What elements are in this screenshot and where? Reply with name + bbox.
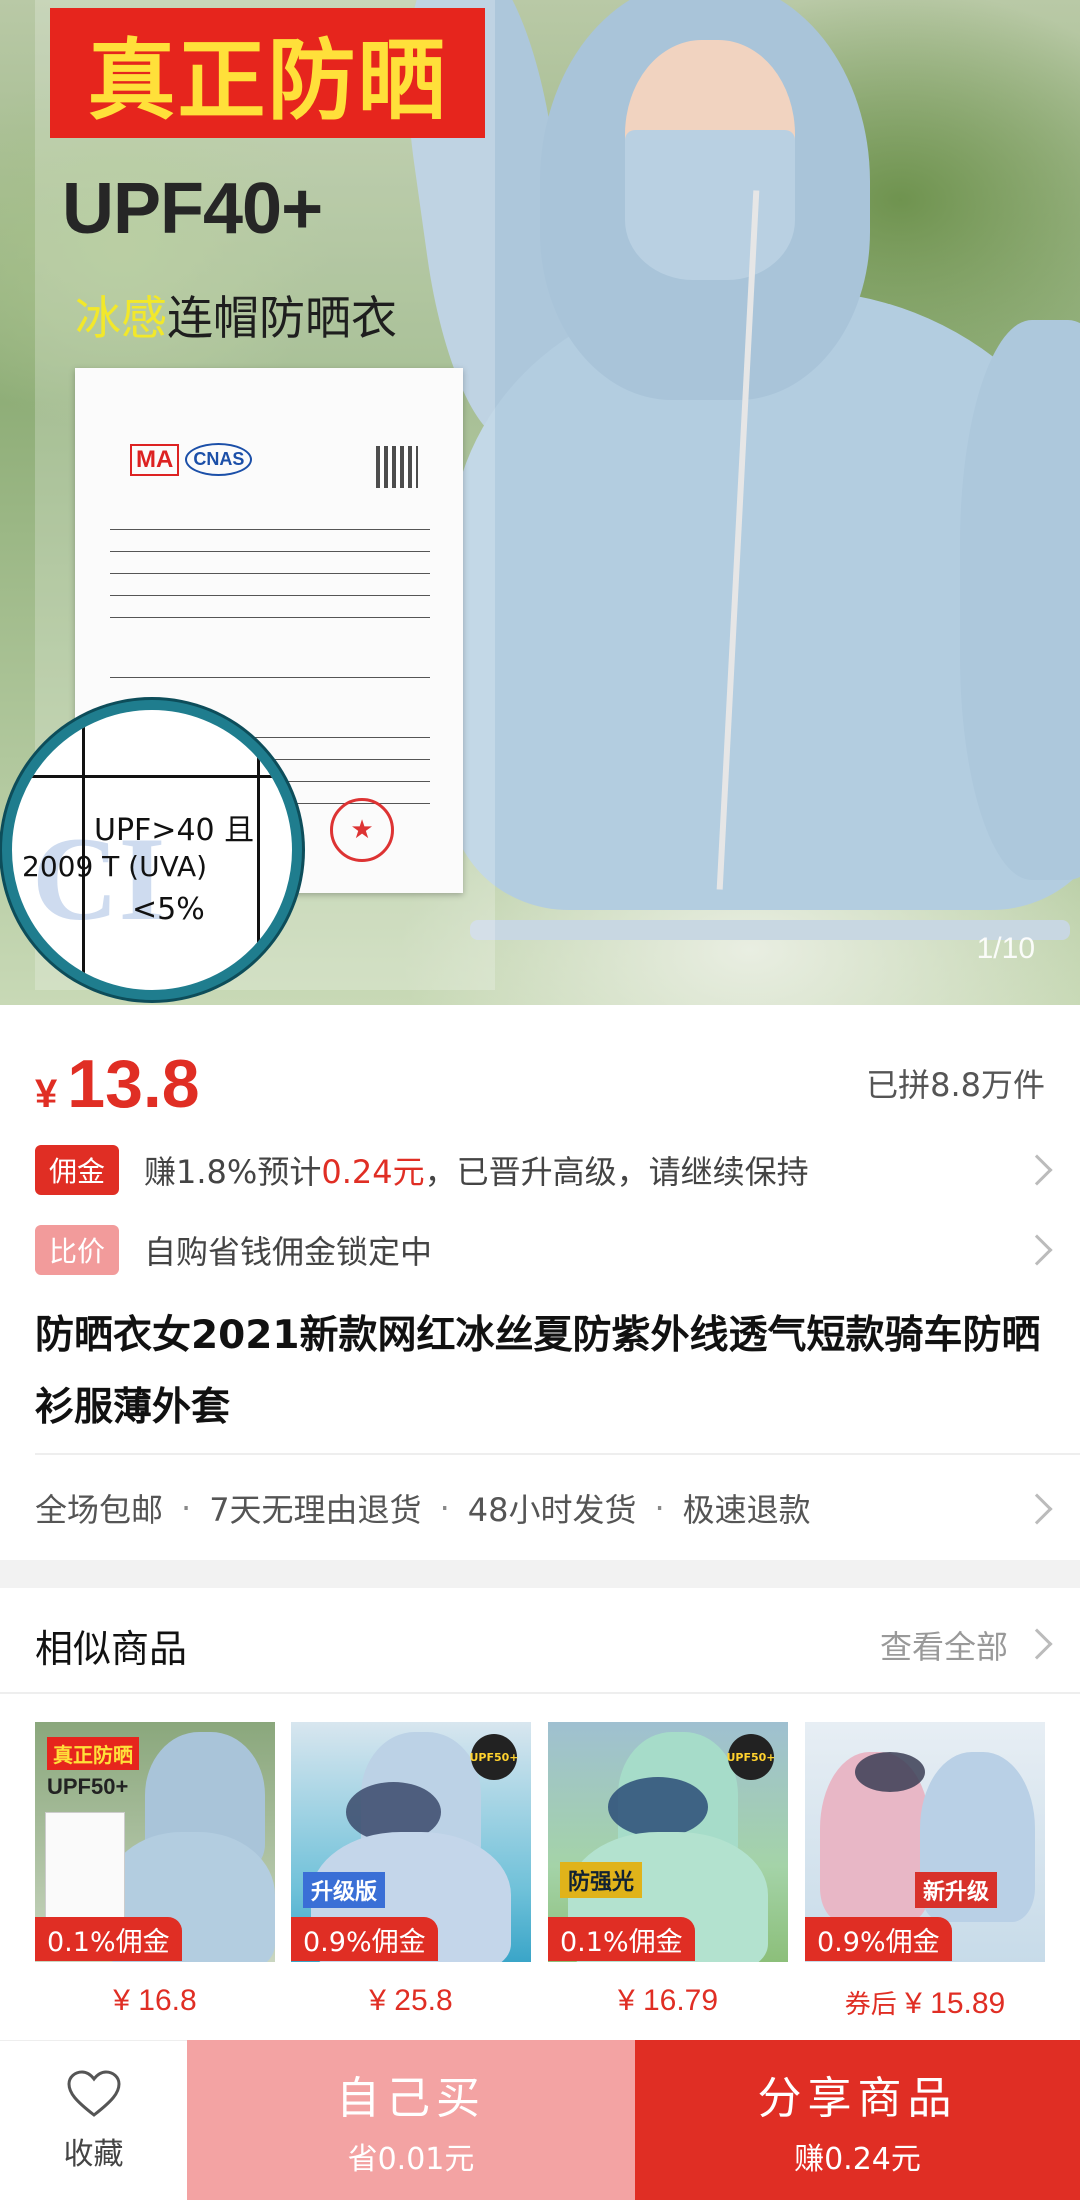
favorite-button[interactable]: 收藏 <box>0 2040 187 2200</box>
service-item: 48小时发货 <box>467 1490 637 1529</box>
service-guarantees[interactable]: 全场包邮 · 7天无理由退货 · 48小时发货 · 极速退款 <box>0 1465 1080 1550</box>
similar-product-card[interactable]: 真正防晒 UPF50+ 0.1%佣金 ¥ 16.8 <box>35 1722 275 2022</box>
magnifier-line-1: UPF>40 且 <box>94 813 255 848</box>
price-prefix: 券后 <box>844 1990 897 2020</box>
qr-code-icon <box>376 446 418 488</box>
similar-product-price: ¥ 16.79 <box>548 1984 788 2018</box>
commission-tag: 佣金 <box>35 1145 120 1195</box>
thumbnail-sticker: UPF50+ <box>469 1734 519 1780</box>
similar-products: 真正防晒 UPF50+ 0.1%佣金 ¥ 16.8 UPF50+ 升级版 0.9… <box>0 1722 1080 2042</box>
price-currency: ¥ <box>35 1072 58 1116</box>
commission-amount: 0.24元 <box>321 1153 425 1191</box>
compare-row[interactable]: 比价 自购省钱佣金锁定中 <box>0 1215 1080 1285</box>
chevron-right-icon <box>1021 1234 1053 1266</box>
hero-banner: 真正防晒 <box>50 8 485 138</box>
thumbnail-label: 防强光 <box>560 1862 643 1898</box>
similar-title: 相似商品 <box>35 1627 188 1671</box>
model-figure <box>387 0 1080 1005</box>
price-row: ¥13.8 已拼8.8万件 <box>0 1005 1080 1130</box>
similar-product-card[interactable]: UPF50+ 升级版 0.9%佣金 ¥ 25.8 <box>291 1722 531 2022</box>
product-image-carousel[interactable]: 真正防晒 UPF40+ 冰感连帽防晒衣 MA CNAS ★ CI UPF>40 … <box>0 0 1080 1005</box>
bottom-action-bar: 收藏 自己买 省0.01元 分享商品 赚0.24元 <box>0 2040 1080 2200</box>
similar-product-price: ¥ 16.8 <box>35 1984 275 2018</box>
share-product-button[interactable]: 分享商品 赚0.24元 <box>635 2040 1080 2200</box>
service-item: 极速退款 <box>682 1490 811 1529</box>
price-text: ¥ 16.79 <box>617 1984 719 2017</box>
commission-badge: 0.9%佣金 <box>291 1917 438 1961</box>
similar-product-card[interactable]: 新升级 0.9%佣金 券后 ¥ 15.89 <box>805 1722 1045 2022</box>
thumbnail-upf: UPF50+ <box>47 1774 129 1799</box>
sold-count: 已拼8.8万件 <box>866 1066 1045 1104</box>
similar-header: 相似商品 查看全部 <box>0 1588 1080 1693</box>
hero-banner-text: 真正防晒 <box>87 28 448 132</box>
commission-badge: 0.1%佣金 <box>548 1917 695 1961</box>
commission-badge: 0.9%佣金 <box>805 1917 952 1961</box>
service-item: 7天无理由退货 <box>209 1490 422 1529</box>
commission-text: 赚1.8%预计0.24元，已晋升高级，请继续保持 <box>144 1147 809 1193</box>
heart-icon <box>66 2069 121 2117</box>
buy-label: 自己买 <box>336 2073 486 2124</box>
hero-subtitle-highlight: 冰感 <box>75 291 167 345</box>
hero-subtitle-rest: 连帽防晒衣 <box>167 291 397 345</box>
compare-text: 自购省钱佣金锁定中 <box>144 1233 433 1271</box>
share-label: 分享商品 <box>757 2073 958 2124</box>
commission-text-after: ，已晋升高级，请继续保持 <box>424 1153 809 1191</box>
view-all-link[interactable]: 查看全部 <box>880 1622 1008 1668</box>
thumbnail-banner: 真正防晒 <box>47 1737 139 1770</box>
thumbnail-sticker: UPF50+ <box>726 1734 776 1780</box>
seal-icon: ★ <box>330 798 394 862</box>
buy-savings: 省0.01元 <box>347 2142 475 2177</box>
cert-logos: MA CNAS <box>130 443 253 476</box>
chevron-right-icon <box>1021 1154 1053 1186</box>
price-text: ¥ 15.89 <box>905 1987 1006 2020</box>
image-page-indicator: 1/10 <box>976 932 1035 965</box>
compare-tag: 比价 <box>35 1225 120 1275</box>
chevron-right-icon <box>1021 1493 1053 1525</box>
cert-logo-cnas: CNAS <box>185 443 253 476</box>
similar-product-card[interactable]: UPF50+ 防强光 0.1%佣金 ¥ 16.79 <box>548 1722 788 2022</box>
divider <box>35 1453 1080 1455</box>
share-earnings: 赚0.24元 <box>794 2142 921 2177</box>
price-text: ¥ 16.8 <box>113 1984 197 2017</box>
similar-product-price: ¥ 25.8 <box>291 1984 531 2018</box>
service-item: 全场包邮 <box>35 1490 164 1529</box>
chevron-right-icon[interactable] <box>1021 1628 1053 1660</box>
magnifier-line-3: <5% <box>132 892 205 927</box>
price-value: 13.8 <box>67 1046 200 1122</box>
magnifier-line-2: 2009 T (UVA) <box>22 850 208 883</box>
divider <box>0 1692 1080 1694</box>
similar-product-price: 券后 ¥ 15.89 <box>805 1984 1045 2021</box>
commission-text-before: 赚1.8%预计 <box>144 1153 322 1191</box>
commission-badge: 0.1%佣金 <box>35 1917 182 1961</box>
product-title: 防晒衣女2021新款网红冰丝夏防紫外线透气短款骑车防晒衫服薄外套 <box>35 1313 1041 1430</box>
favorite-label: 收藏 <box>63 2136 124 2172</box>
magnifier-callout: CI UPF>40 且 2009 T (UVA) <5% <box>2 700 302 1000</box>
thumbnail-label: 新升级 <box>915 1872 998 1908</box>
cert-logo-ma: MA <box>130 443 180 476</box>
thumbnail-label: 升级版 <box>303 1872 386 1908</box>
commission-row[interactable]: 佣金 赚1.8%预计0.24元，已晋升高级，请继续保持 <box>0 1135 1080 1205</box>
price-text: ¥ 25.8 <box>369 1984 453 2017</box>
section-gap <box>0 1560 1080 1588</box>
hero-upf-text: UPF40+ <box>62 169 323 249</box>
product-price: ¥13.8 <box>35 1045 200 1123</box>
buy-myself-button[interactable]: 自己买 省0.01元 <box>187 2040 635 2200</box>
hero-subtitle: 冰感连帽防晒衣 <box>75 282 397 348</box>
